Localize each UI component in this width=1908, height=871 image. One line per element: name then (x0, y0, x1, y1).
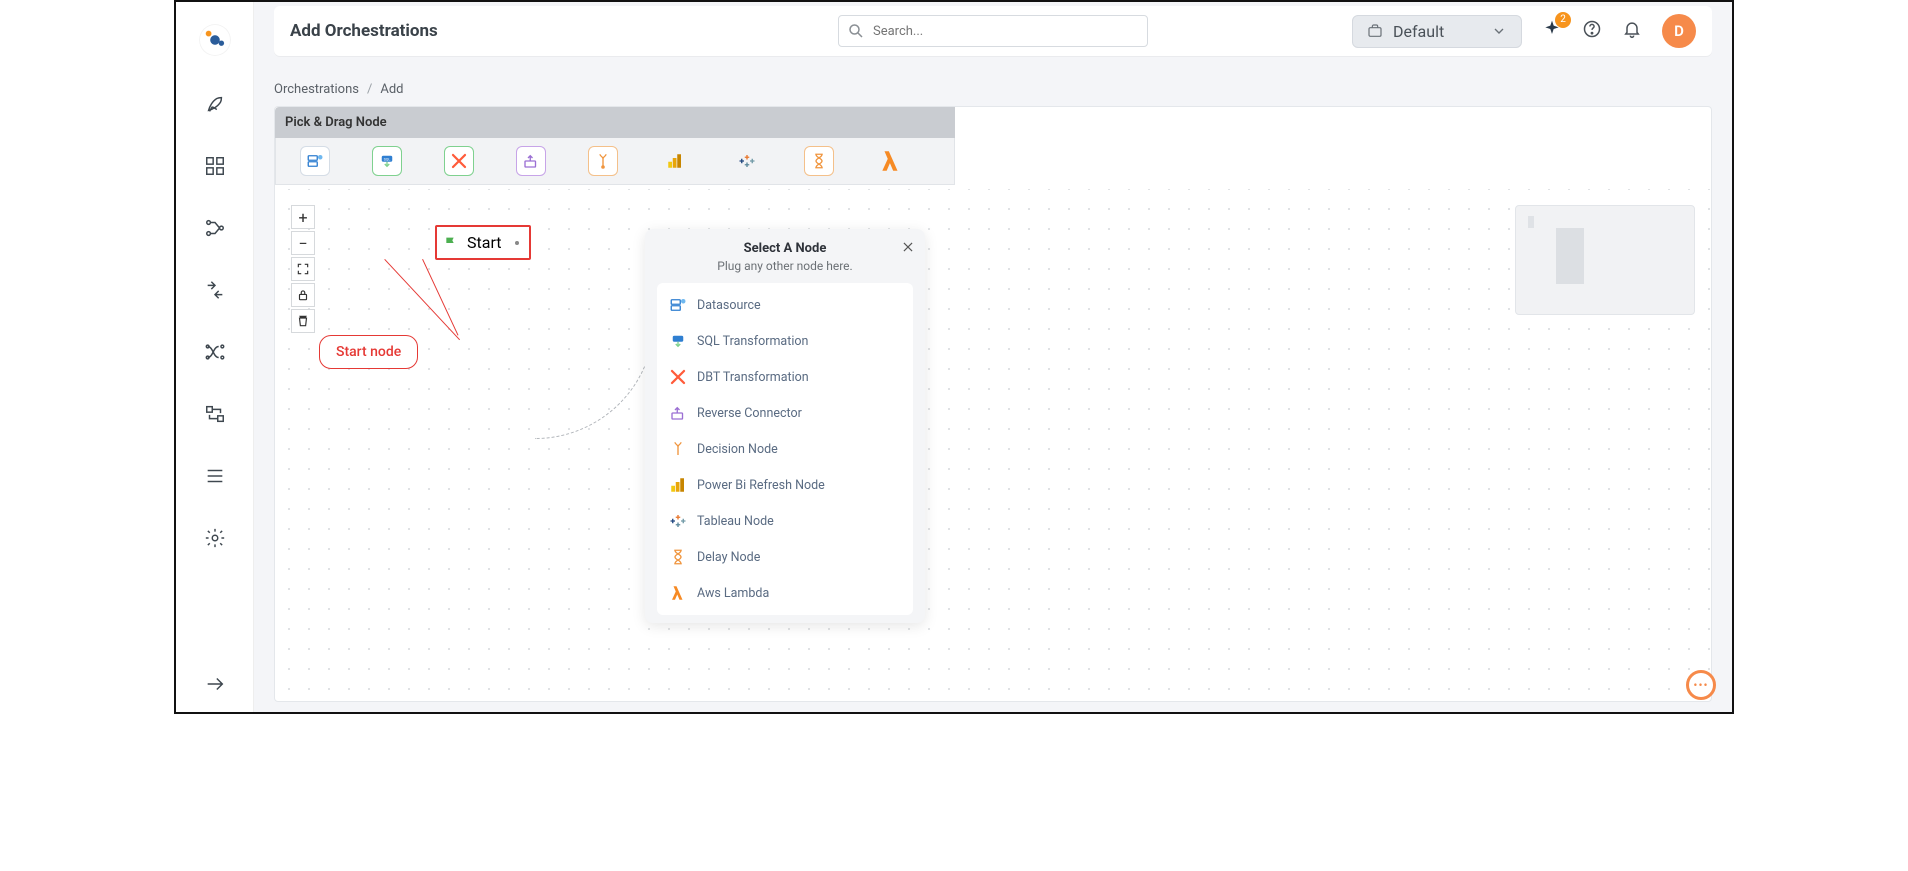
datasource-icon (669, 296, 687, 314)
powerbi-icon (669, 476, 687, 494)
popup-title: Select A Node (657, 241, 913, 256)
start-node[interactable]: Start (435, 225, 531, 260)
nav-dashboard-icon[interactable] (201, 152, 229, 180)
help-icon[interactable] (1582, 19, 1602, 43)
nav-rocket-icon[interactable] (201, 90, 229, 118)
node-option-list: Datasource SQL Transformation DBT Transf… (657, 283, 913, 615)
tableau-icon (669, 512, 687, 530)
lambda-icon (669, 584, 687, 602)
sql-icon (669, 332, 687, 350)
left-sidebar (176, 2, 254, 712)
workspace-label: Default (1393, 22, 1444, 41)
flow-canvas[interactable]: + − Start Start node (275, 189, 1711, 701)
nav-list-icon[interactable] (201, 462, 229, 490)
delay-icon (669, 548, 687, 566)
palette-header: Pick & Drag Node (275, 107, 955, 138)
brand-logo (199, 24, 231, 56)
notification-badge: 2 (1555, 12, 1571, 28)
option-reverse[interactable]: Reverse Connector (657, 395, 913, 431)
breadcrumb-root[interactable]: Orchestrations (274, 82, 359, 97)
node-output-port[interactable] (515, 241, 519, 245)
dbt-icon (669, 368, 687, 386)
nav-sync-icon[interactable] (201, 400, 229, 428)
top-bar: Add Orchestrations Default 2 D (274, 6, 1712, 56)
ai-sparkle-icon[interactable]: 2 (1542, 19, 1562, 43)
svg-text:SQL: SQL (384, 157, 391, 161)
search-input[interactable] (838, 15, 1148, 47)
nav-collapse-icon[interactable] (201, 670, 229, 698)
breadcrumb: Orchestrations / Add (274, 82, 404, 97)
zoom-out-button[interactable]: − (291, 231, 315, 255)
start-node-label: Start (467, 233, 501, 252)
briefcase-icon (1367, 23, 1383, 39)
option-decision[interactable]: Decision Node (657, 431, 913, 467)
nav-settings-icon[interactable] (201, 524, 229, 552)
tool-powerbi-icon[interactable] (660, 146, 690, 176)
fit-view-button[interactable] (291, 257, 315, 281)
tool-datasource-icon[interactable] (300, 146, 330, 176)
close-icon[interactable] (901, 239, 915, 258)
workspace-dropdown[interactable]: Default (1352, 15, 1522, 48)
mini-map[interactable] (1515, 205, 1695, 315)
breadcrumb-current: Add (380, 82, 403, 97)
annotation-line (422, 259, 458, 336)
chevron-down-icon (1491, 23, 1507, 39)
top-right-cluster: Default 2 D (1352, 14, 1696, 48)
content-area: Add Orchestrations Default 2 D (254, 2, 1732, 712)
option-delay[interactable]: Delay Node (657, 539, 913, 575)
breadcrumb-sep: / (367, 82, 372, 97)
tool-reverse-icon[interactable] (516, 146, 546, 176)
app-frame: Add Orchestrations Default 2 D (174, 0, 1734, 714)
connector-dashed (535, 249, 655, 439)
popup-subtitle: Plug any other node here. (657, 259, 913, 273)
tool-lambda-icon[interactable] (876, 146, 906, 176)
option-tableau[interactable]: Tableau Node (657, 503, 913, 539)
nav-flow-icon[interactable] (201, 338, 229, 366)
option-datasource[interactable]: Datasource (657, 287, 913, 323)
tool-sql-icon[interactable]: SQL (372, 146, 402, 176)
zoom-in-button[interactable]: + (291, 205, 315, 229)
page-title: Add Orchestrations (290, 21, 438, 41)
option-sql[interactable]: SQL Transformation (657, 323, 913, 359)
reverse-icon (669, 404, 687, 422)
tool-delay-icon[interactable] (804, 146, 834, 176)
tool-dbt-icon[interactable] (444, 146, 474, 176)
start-node-annotation: Start node (319, 335, 418, 369)
chat-widget-icon[interactable]: ••• (1686, 670, 1716, 700)
nav-pipeline-icon[interactable] (201, 214, 229, 242)
bell-icon[interactable] (1622, 19, 1642, 43)
delete-button[interactable] (291, 309, 315, 333)
flag-icon (443, 235, 459, 251)
tool-tableau-icon[interactable] (732, 146, 762, 176)
palette-row: SQL (275, 138, 955, 185)
global-search (838, 15, 1148, 47)
editor-panel: Pick & Drag Node SQL Schedule & Save + − (274, 106, 1712, 702)
annotation-line (384, 259, 460, 340)
search-icon (847, 22, 865, 44)
lock-button[interactable] (291, 283, 315, 307)
option-lambda[interactable]: Aws Lambda (657, 575, 913, 611)
option-powerbi[interactable]: Power Bi Refresh Node (657, 467, 913, 503)
select-node-popup: Select A Node Plug any other node here. … (645, 229, 925, 623)
decision-icon (669, 440, 687, 458)
option-dbt[interactable]: DBT Transformation (657, 359, 913, 395)
nav-transform-icon[interactable] (201, 276, 229, 304)
user-avatar[interactable]: D (1662, 14, 1696, 48)
zoom-controls: + − (291, 205, 315, 333)
tool-decision-icon[interactable] (588, 146, 618, 176)
